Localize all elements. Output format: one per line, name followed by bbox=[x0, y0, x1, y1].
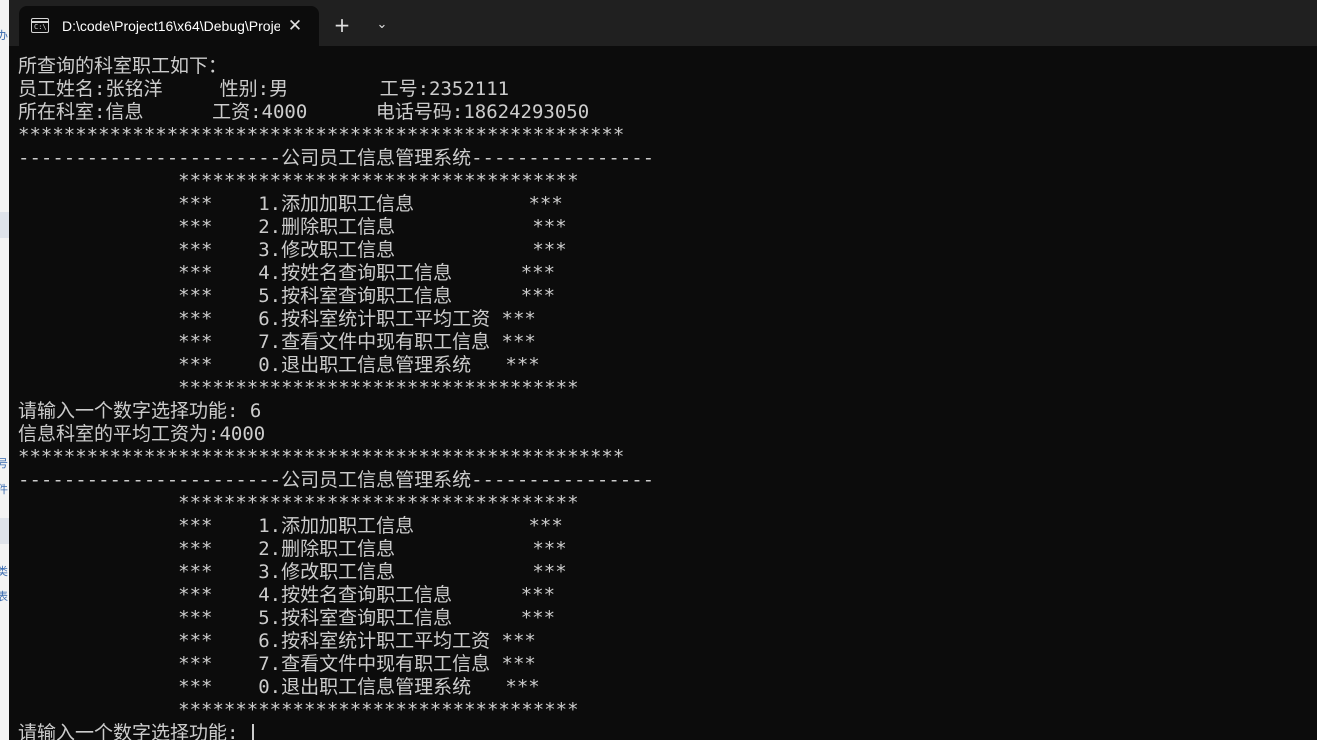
console-line: *** 1.添加加职工信息 *** bbox=[18, 515, 563, 537]
console-line: *** 6.按科室统计职工平均工资 *** bbox=[18, 308, 536, 330]
background-glyph: 类 bbox=[0, 565, 8, 578]
console-output[interactable]: 所查询的科室职工如下： 员工姓名:张铭洋 性别:男 工号:2352111 所在科… bbox=[18, 55, 1308, 740]
console-line: *** 2.删除职工信息 *** bbox=[18, 216, 567, 238]
console-line: *** 0.退出职工信息管理系统 *** bbox=[18, 354, 540, 376]
console-line: ****************************************… bbox=[18, 124, 625, 146]
background-glyph: 件 bbox=[0, 483, 8, 496]
background-glyph: 表 bbox=[0, 590, 8, 603]
console-icon: C:\ bbox=[31, 18, 49, 33]
console-line: *** 7.查看文件中现有职工信息 *** bbox=[18, 653, 536, 675]
text-cursor bbox=[251, 724, 254, 740]
console-line: *********************************** bbox=[18, 170, 579, 192]
terminal-window: 办 号 件 类 表 C:\ D:\code\Project16\x64\Debu… bbox=[0, 0, 1317, 740]
console-line: 所在科室:信息 工资:4000 电话号码:18624293050 bbox=[18, 101, 590, 123]
console-line: 请输入一个数字选择功能: 6 bbox=[18, 400, 262, 422]
console-line: *********************************** bbox=[18, 699, 579, 721]
console-line: *** 1.添加加职工信息 *** bbox=[18, 193, 563, 215]
console-line: *** 3.修改职工信息 *** bbox=[18, 239, 567, 261]
console-line: *** 4.按姓名查询职工信息 *** bbox=[18, 584, 556, 606]
console-line: -----------------------公司员工信息管理系统-------… bbox=[18, 469, 655, 491]
tab-project16[interactable]: C:\ D:\code\Project16\x64\Debug\Project1… bbox=[19, 6, 319, 46]
console-line: 所查询的科室职工如下： bbox=[18, 55, 228, 77]
console-line: *** 7.查看文件中现有职工信息 *** bbox=[18, 331, 536, 353]
background-window-edge: 办 号 件 类 表 bbox=[0, 0, 9, 740]
console-line: *********************************** bbox=[18, 492, 579, 514]
console-prompt-line[interactable]: 请输入一个数字选择功能: bbox=[18, 722, 1308, 740]
tab-bar: C:\ D:\code\Project16\x64\Debug\Project1… bbox=[9, 0, 1317, 46]
console-line: *** 4.按姓名查询职工信息 *** bbox=[18, 262, 556, 284]
console-line: *** 0.退出职工信息管理系统 *** bbox=[18, 676, 540, 698]
tab-title: D:\code\Project16\x64\Debug\Project16.ex… bbox=[62, 18, 280, 34]
console-prompt: 请输入一个数字选择功能: bbox=[18, 722, 250, 740]
console-line: ****************************************… bbox=[18, 446, 625, 468]
plus-icon[interactable]: + bbox=[331, 14, 353, 36]
console-line: -----------------------公司员工信息管理系统-------… bbox=[18, 147, 655, 169]
console-line: *** 6.按科室统计职工平均工资 *** bbox=[18, 630, 536, 652]
console-line: *** 5.按科室查询职工信息 *** bbox=[18, 285, 556, 307]
background-selection-mark bbox=[0, 518, 9, 544]
console-line: *** 5.按科室查询职工信息 *** bbox=[18, 607, 556, 629]
console-line: *** 2.删除职工信息 *** bbox=[18, 538, 567, 560]
console-line: 信息科室的平均工资为:4000 bbox=[18, 423, 266, 445]
background-selection-mark bbox=[0, 212, 9, 238]
background-glyph: 办 bbox=[0, 29, 8, 42]
close-icon[interactable]: ✕ bbox=[285, 16, 305, 36]
console-line: *** 3.修改职工信息 *** bbox=[18, 561, 567, 583]
console-line: 员工姓名:张铭洋 性别:男 工号:2352111 bbox=[18, 78, 510, 100]
background-glyph: 号 bbox=[0, 457, 8, 470]
console-line: *********************************** bbox=[18, 377, 579, 399]
chevron-down-icon[interactable]: ⌄ bbox=[371, 14, 393, 36]
